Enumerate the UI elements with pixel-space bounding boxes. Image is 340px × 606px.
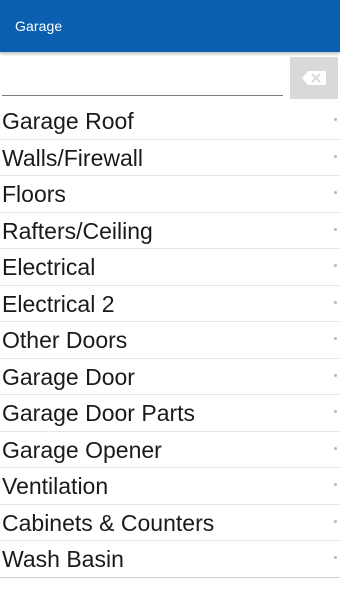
list-item-label: Garage Opener xyxy=(2,436,162,463)
list-item[interactable]: Ventilation xyxy=(0,468,340,505)
backspace-clear-icon xyxy=(302,71,326,85)
list-item-label: Ventilation xyxy=(2,473,109,499)
list-item[interactable]: Cabinets & Counters xyxy=(0,505,340,541)
chevron-right-icon xyxy=(334,373,337,377)
app-bar: Garage xyxy=(0,0,340,52)
list-item[interactable]: Garage Door xyxy=(0,359,340,395)
search-input[interactable] xyxy=(2,62,283,96)
list-item[interactable]: Electrical xyxy=(0,249,340,286)
list-item-label: Garage Roof xyxy=(2,108,134,134)
chevron-right-icon xyxy=(334,191,337,194)
category-list: Garage Roof Walls/Firewall Floors Rafter… xyxy=(0,103,340,578)
chevron-right-icon xyxy=(334,300,337,304)
list-item-label: Cabinets & Counters xyxy=(2,509,215,536)
list-item-label: Wash Basin xyxy=(2,546,124,572)
chevron-right-icon xyxy=(334,483,337,486)
list-item[interactable]: Other Doors xyxy=(0,322,340,359)
list-item-label: Electrical xyxy=(2,254,96,280)
app-screen: Garage Garage Roof Walls/Firewall Floors… xyxy=(0,0,340,606)
list-item[interactable]: Wash Basin xyxy=(0,541,340,578)
list-item-label: Floors xyxy=(2,181,66,207)
list-item-label: Garage Door Parts xyxy=(2,400,196,426)
list-item[interactable]: Floors xyxy=(0,176,340,213)
list-item[interactable]: Rafters/Ceiling xyxy=(0,213,340,249)
list-item[interactable]: Garage Opener xyxy=(0,432,340,468)
chevron-right-icon xyxy=(334,118,337,121)
chevron-right-icon xyxy=(334,556,337,559)
page-title: Garage xyxy=(15,18,63,34)
list-item[interactable]: Garage Door Parts xyxy=(0,395,340,432)
list-item[interactable]: Garage Roof xyxy=(0,103,340,140)
chevron-right-icon xyxy=(334,410,337,413)
clear-search-button[interactable] xyxy=(290,57,338,99)
list-item-label: Garage Door xyxy=(2,363,135,390)
chevron-right-icon xyxy=(334,519,337,523)
list-item-label: Rafters/Ceiling xyxy=(2,217,153,244)
list-item[interactable]: Electrical 2 xyxy=(0,286,340,322)
chevron-right-icon xyxy=(334,446,337,450)
chevron-right-icon xyxy=(334,337,337,340)
chevron-right-icon xyxy=(334,227,337,231)
list-item-label: Walls/Firewall xyxy=(2,144,143,171)
search-row xyxy=(0,52,340,102)
chevron-right-icon xyxy=(334,154,337,158)
chevron-right-icon xyxy=(334,264,337,267)
list-item[interactable]: Walls/Firewall xyxy=(0,140,340,176)
list-item-label: Other Doors xyxy=(2,327,128,353)
list-item-label: Electrical 2 xyxy=(2,290,115,317)
